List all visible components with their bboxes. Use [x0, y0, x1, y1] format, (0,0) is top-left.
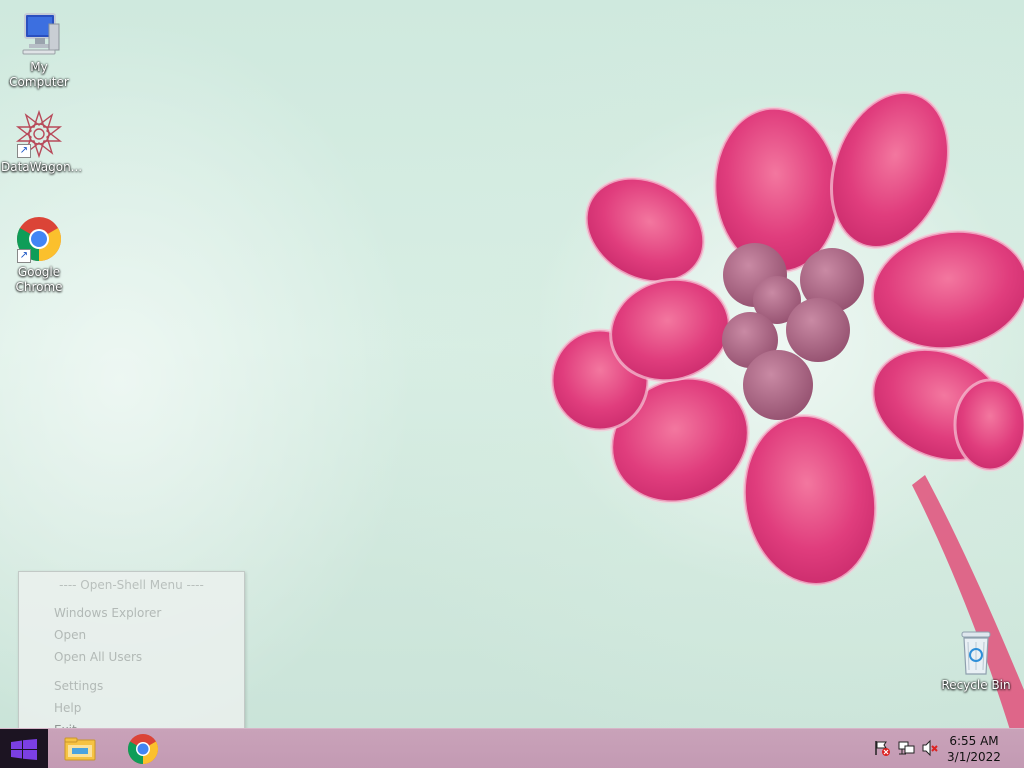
menu-item-open[interactable]: Open	[54, 628, 86, 642]
folder-icon	[64, 737, 96, 761]
system-clock[interactable]: 6:55 AM 3/1/2022	[944, 733, 1004, 765]
menu-item-windows-explorer[interactable]: Windows Explorer	[54, 606, 161, 620]
menu-header: ---- Open-Shell Menu ----	[59, 578, 204, 592]
network-icon[interactable]	[898, 739, 916, 757]
chrome-icon: ↗	[15, 215, 63, 263]
windows-logo-icon	[11, 739, 37, 760]
datawagon-icon: ↗	[15, 109, 63, 159]
menu-item-settings[interactable]: Settings	[54, 679, 103, 693]
computer-icon	[15, 10, 63, 58]
desktop-icon-datawagon[interactable]: ↗ DataWagon...	[1, 109, 83, 175]
desktop-icon-label: Recycle Bin	[941, 678, 1011, 692]
open-shell-context-menu: ---- Open-Shell Menu ---- Windows Explor…	[18, 571, 245, 745]
desktop-icon-recycle-bin[interactable]: Recycle Bin	[938, 630, 1014, 693]
clock-time: 6:55 AM	[949, 734, 999, 748]
desktop[interactable]: My Computer ↗ DataWagon... ↗ Google Chro…	[0, 0, 1024, 768]
chrome-icon	[127, 734, 159, 764]
desktop-icon-label: DataWagon...	[1, 160, 83, 174]
menu-item-open-all-users[interactable]: Open All Users	[54, 650, 142, 664]
shortcut-arrow-icon: ↗	[17, 144, 31, 158]
taskbar: 6:55 AM 3/1/2022	[0, 728, 1024, 768]
taskbar-google-chrome[interactable]	[125, 733, 161, 765]
menu-item-help[interactable]: Help	[54, 701, 81, 715]
action-center-flag-icon[interactable]	[873, 739, 891, 757]
clock-date: 3/1/2022	[947, 750, 1001, 764]
desktop-icon-my-computer[interactable]: My Computer	[1, 10, 77, 90]
taskbar-file-explorer[interactable]	[62, 733, 98, 765]
start-button[interactable]	[0, 729, 48, 768]
shortcut-arrow-icon: ↗	[17, 249, 31, 263]
desktop-icon-label-line1: Google	[17, 265, 61, 279]
desktop-icon-google-chrome[interactable]: ↗ Google Chrome	[1, 215, 77, 295]
desktop-icon-label-line2: Chrome	[15, 280, 63, 294]
recycle-bin-icon	[956, 630, 996, 676]
volume-muted-icon[interactable]	[921, 739, 939, 757]
desktop-icon-label: My Computer	[9, 60, 69, 89]
